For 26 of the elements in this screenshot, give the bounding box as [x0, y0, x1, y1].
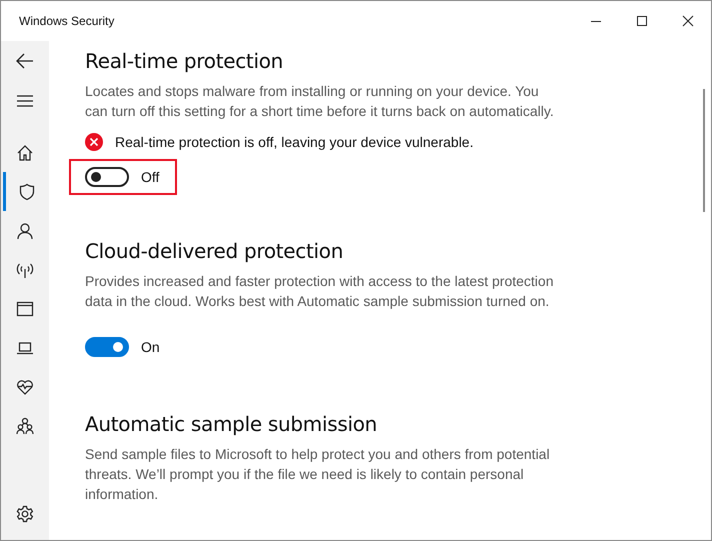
close-icon	[682, 15, 694, 27]
section-heading: Cloud-delivered protection	[85, 239, 344, 263]
shield-icon	[18, 182, 36, 200]
section-heading: Automatic sample submission	[85, 412, 378, 436]
toggle-label: On	[141, 339, 160, 355]
section-heading: Real-time protection	[85, 49, 284, 73]
family-icon	[16, 416, 34, 434]
settings-icon	[16, 505, 34, 523]
section-description: Provides increased and faster protection with access to the latest protection data in the cloud. Works best with Automatic sample submission turned on.	[85, 272, 554, 311]
home-icon	[16, 144, 34, 162]
error-icon	[85, 133, 103, 151]
section-description: Send sample files to Microsoft to help protect you and others from potential threats. We’ll prompt you if the file we need is likely to contain personal information.	[85, 445, 551, 504]
menu-icon	[16, 94, 34, 108]
heart-icon	[16, 378, 34, 396]
browser-window-icon	[16, 300, 34, 318]
maximize-icon	[636, 15, 648, 27]
scrollbar[interactable]	[703, 89, 705, 212]
toggle-switch[interactable]	[85, 337, 129, 357]
alert-message: Real-time protection is off, leaving your device vulnerable.	[115, 134, 474, 150]
window-title: Windows Security	[18, 14, 114, 28]
section-description: Locates and stops malware from installing or running on your device. You can turn off this setting for a short time before it turns back on automatically.	[85, 82, 555, 121]
person-icon	[16, 222, 34, 240]
toggle-label: Off	[141, 169, 160, 185]
antenna-icon	[16, 260, 34, 278]
toggle-switch[interactable]	[85, 167, 129, 187]
back-arrow-icon	[15, 51, 35, 71]
